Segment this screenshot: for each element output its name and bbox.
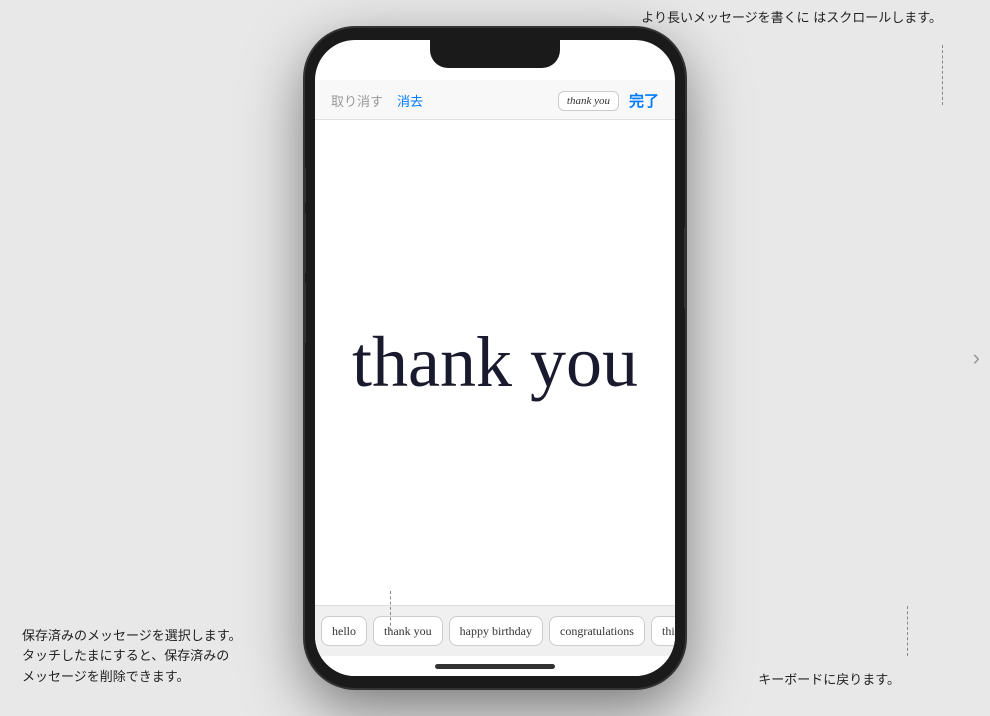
annotation-bottom-right: キーボードに戻ります。 [758, 669, 900, 688]
iphone-side-button-mute [305, 168, 306, 203]
done-button[interactable]: 完了 [629, 90, 659, 111]
erase-button[interactable]: 消去 [397, 91, 423, 110]
phrase-chip-happy-birthday[interactable]: happy birthday [449, 616, 543, 646]
iphone-screen: 取り消す 消去 thank you 完了 thank you hello [315, 40, 675, 676]
iphone-notch [430, 40, 560, 68]
annotation-top-right: より長いメッセージを書くに はスクロールします。 [641, 8, 942, 28]
annotation-bottom-left: 保存済みのメッセージを選択します。 タッチしたまにすると、保存済みの メッセージ… [22, 626, 241, 688]
iphone-side-button-vol-up [305, 213, 306, 273]
phrases-bar: hello thank you happy birthday congratul… [315, 605, 675, 656]
iphone-frame: 取り消す 消去 thank you 完了 thank you hello [305, 28, 685, 688]
home-indicator [315, 656, 675, 676]
phrase-chip-congratulations[interactable]: congratulations [549, 616, 645, 646]
annotation-line-bottom-center [390, 591, 391, 631]
home-bar [435, 664, 555, 669]
annotation-line-top-right [942, 45, 943, 105]
iphone-side-button-power [684, 228, 685, 308]
phrase-chip-thank-you[interactable]: thank you [373, 616, 443, 646]
scroll-right-arrow[interactable]: › [973, 345, 980, 371]
toolbar-right: thank you 完了 [558, 90, 659, 111]
phrase-chip-thinking-of-you[interactable]: thinking of you [651, 616, 675, 646]
writing-area[interactable]: thank you [315, 120, 675, 605]
undo-button[interactable]: 取り消す [331, 91, 383, 110]
preview-chip: thank you [558, 91, 619, 111]
handwriting-content: thank you [342, 309, 648, 415]
iphone-side-button-vol-down [305, 283, 306, 343]
phrase-chip-hello[interactable]: hello [321, 616, 367, 646]
screen-content: 取り消す 消去 thank you 完了 thank you hello [315, 40, 675, 676]
toolbar: 取り消す 消去 thank you 完了 [315, 80, 675, 120]
annotation-line-bottom-right [907, 606, 908, 656]
toolbar-left: 取り消す 消去 [331, 91, 423, 110]
